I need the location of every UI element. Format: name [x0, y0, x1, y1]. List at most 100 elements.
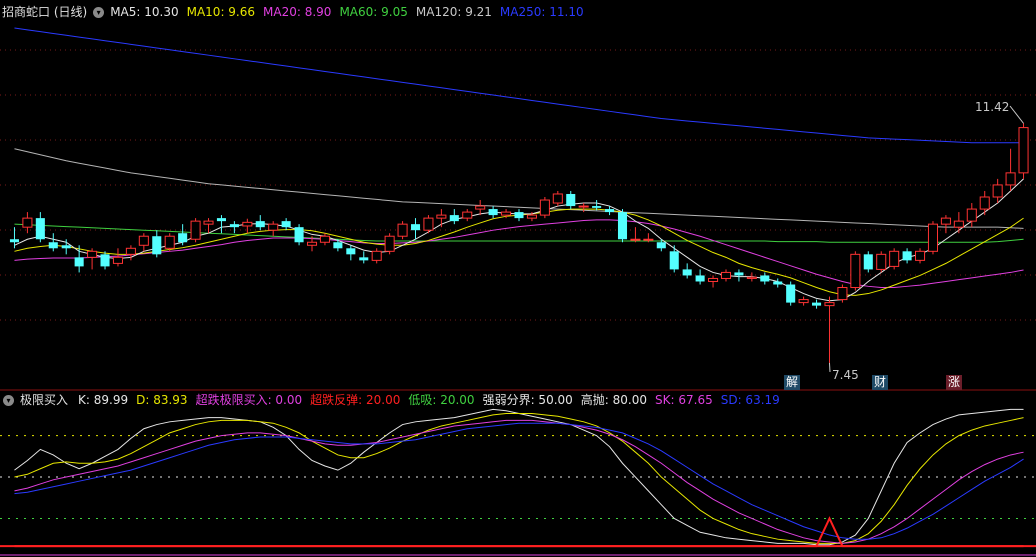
candle-body — [695, 275, 705, 282]
high-arrow — [1009, 105, 1024, 124]
candle-body — [268, 223, 279, 231]
candle-body — [798, 299, 809, 304]
sub-lines — [14, 408, 1024, 548]
candles — [9, 105, 1029, 373]
chevron-down-icon[interactable]: ▾ — [3, 394, 14, 406]
candle-body — [9, 239, 19, 243]
sub-header: ▾ 极限买入 K: 89.99 D: 83.93 超跌极限买入: 0.00 超跌反弹:… — [0, 391, 780, 409]
sub-indicator-list: K: 89.99 D: 83.93 超跌极限买入: 0.00 超跌反弹: 20.00 低… — [78, 391, 780, 409]
candle-body — [1018, 127, 1029, 174]
candle-body — [306, 241, 318, 246]
candle-body — [915, 250, 926, 261]
tag-zhang[interactable]: 涨 — [946, 375, 963, 390]
candle-body — [734, 272, 744, 276]
main-indicator-3: MA60: 9.05 — [339, 5, 408, 19]
sub-indicator-0: K: 89.99 — [78, 393, 129, 407]
candle-body — [384, 235, 395, 252]
sub-indicator-3: 超跌反弹: 20.00 — [310, 393, 401, 407]
candle-body — [617, 212, 628, 240]
series-SK — [14, 419, 1024, 544]
candle-body — [475, 205, 486, 210]
candle-body — [359, 257, 369, 261]
candle-body — [436, 214, 447, 219]
chevron-down-icon[interactable]: ▾ — [93, 6, 105, 18]
candle-body — [281, 221, 291, 228]
candle-body — [708, 277, 719, 282]
candle-body — [112, 256, 123, 264]
candle-body — [152, 236, 162, 255]
candle-body — [514, 212, 524, 219]
candle-body — [125, 247, 136, 255]
ma250-line — [14, 27, 1024, 144]
candle-body — [552, 193, 563, 204]
candle-body — [682, 269, 692, 276]
candle-body — [346, 248, 356, 255]
candle-body — [333, 242, 343, 249]
candle-body — [630, 238, 641, 241]
main-indicator-2: MA20: 8.90 — [263, 5, 332, 19]
candle-body — [773, 281, 783, 285]
candle-body — [203, 220, 214, 225]
candle-body — [229, 224, 239, 228]
candle-body — [592, 206, 602, 208]
high-price-label: 11.42 — [975, 100, 1010, 114]
candle-body — [656, 242, 666, 249]
candle-body — [760, 275, 770, 282]
candle-body — [812, 302, 822, 306]
ma250-path — [14, 27, 1024, 144]
sub-indicator-6: 高抛: 80.00 — [580, 393, 648, 407]
candle-body — [242, 221, 253, 227]
candle-body — [940, 217, 951, 225]
candle-body — [178, 233, 188, 243]
main-grid — [0, 49, 1036, 391]
candle-body — [462, 211, 473, 219]
price-chart[interactable] — [0, 0, 1036, 557]
series-SD — [14, 422, 1024, 540]
stock-title[interactable]: 招商蛇口 (日线) — [2, 3, 87, 21]
candle-body — [87, 250, 98, 258]
main-indicator-4: MA120: 9.21 — [415, 5, 492, 19]
candle-body — [255, 221, 265, 228]
candle-body — [371, 250, 382, 261]
tag-jie[interactable]: 解 — [784, 375, 801, 390]
tag-cai[interactable]: 财 — [872, 375, 889, 390]
candle-body — [501, 211, 512, 216]
candle-body — [526, 214, 537, 219]
main-indicator-5: MA250: 11.10 — [499, 5, 584, 19]
candle-body — [605, 209, 615, 213]
sub-indicator-5: 强弱分界: 50.00 — [482, 393, 573, 407]
candle-body — [992, 184, 1003, 198]
candle-body — [190, 220, 201, 240]
candle-body — [720, 271, 732, 279]
candle-body — [953, 220, 964, 228]
candle-body — [889, 250, 900, 267]
candle-body — [61, 245, 71, 249]
low-arrow — [828, 362, 831, 373]
sub-indicator-8: SD: 63.19 — [720, 393, 780, 407]
main-indicator-1: MA10: 9.66 — [186, 5, 256, 19]
candle-body — [294, 227, 304, 243]
ma10-path — [14, 208, 1024, 296]
sub-title[interactable]: 极限买入 — [20, 391, 68, 409]
candle-body — [22, 217, 33, 228]
candle-body — [488, 209, 498, 216]
candle-body — [74, 257, 84, 267]
candle-body — [876, 253, 887, 270]
candle-body — [746, 276, 757, 279]
candle-body — [164, 235, 175, 249]
sub-indicator-1: D: 83.93 — [136, 393, 188, 407]
main-header: 招商蛇口 (日线) ▾ MA5: 10.30 MA10: 9.66 MA20: 8.… — [0, 3, 584, 21]
candle-body — [100, 254, 110, 267]
candle-body — [578, 205, 589, 208]
candle-body — [35, 218, 45, 240]
candle-body — [319, 235, 330, 243]
candle-body — [966, 208, 977, 222]
series-D — [14, 413, 1024, 544]
candle-body — [786, 284, 796, 303]
candle-body — [837, 287, 848, 301]
series-超跌反弹 — [14, 516, 1024, 548]
candle-body — [643, 238, 654, 241]
candle-body — [138, 235, 149, 246]
candle-body — [902, 251, 912, 261]
candle-body — [863, 254, 873, 270]
